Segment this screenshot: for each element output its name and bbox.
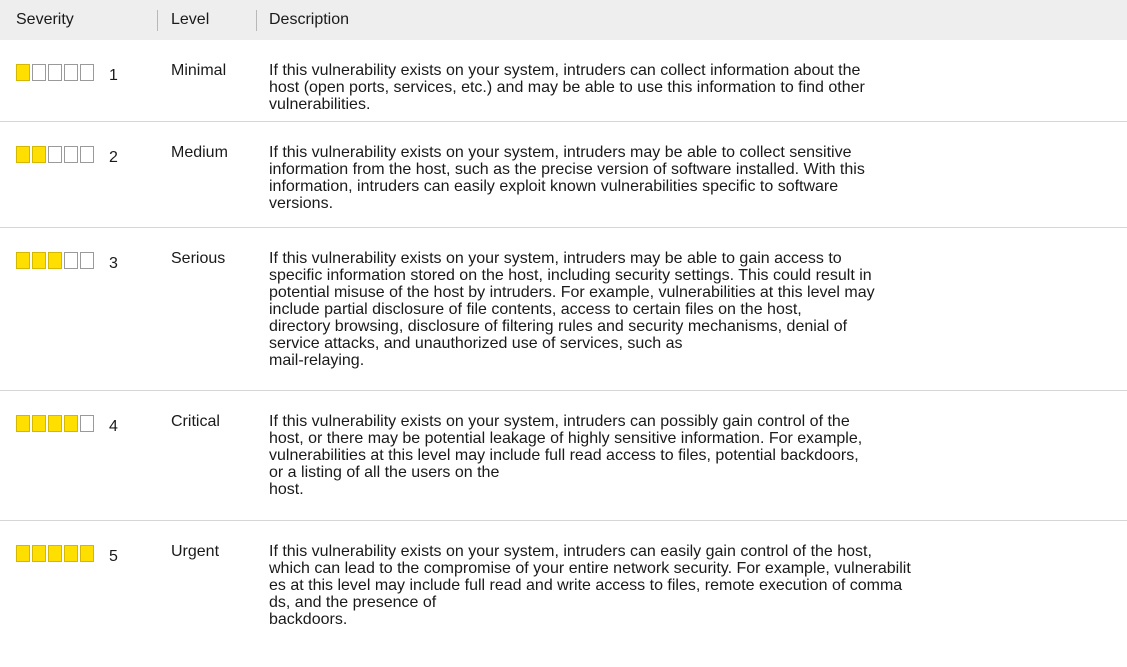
- column-header-description: Description: [269, 11, 350, 28]
- severity-segment: [16, 146, 30, 163]
- table-header: Severity Level Description: [0, 0, 1127, 40]
- severity-level: Urgent: [171, 543, 220, 560]
- table-row: 1 Minimal If this vulnerability exists o…: [0, 40, 1127, 122]
- table-row: 4 Critical If this vulnerability exists …: [0, 391, 1127, 521]
- severity-segment: [80, 252, 94, 269]
- severity-description: If this vulnerability exists on your sys…: [269, 250, 875, 369]
- severity-segment: [80, 146, 94, 163]
- severity-number: 4: [109, 418, 118, 435]
- severity-segment: [48, 146, 62, 163]
- severity-number: 3: [109, 255, 118, 272]
- severity-segment: [80, 64, 94, 81]
- severity-segment: [48, 64, 62, 81]
- column-header-level: Level: [171, 11, 210, 28]
- severity-segment: [16, 415, 30, 432]
- severity-segment: [32, 64, 46, 81]
- table-row: 2 Medium If this vulnerability exists on…: [0, 122, 1127, 228]
- severity-description: If this vulnerability exists on your sys…: [269, 543, 911, 628]
- severity-level: Minimal: [171, 62, 227, 79]
- column-header-severity: Severity: [16, 11, 74, 28]
- table-row: 5 Urgent If this vulnerability exists on…: [0, 521, 1127, 667]
- severity-segment: [48, 415, 62, 432]
- severity-description: If this vulnerability exists on your sys…: [269, 62, 865, 113]
- column-divider: [256, 10, 257, 31]
- severity-segment: [64, 252, 78, 269]
- severity-segment: [64, 64, 78, 81]
- severity-segment: [32, 415, 46, 432]
- severity-meter: [16, 252, 94, 269]
- severity-meter: [16, 415, 94, 432]
- severity-description: If this vulnerability exists on your sys…: [269, 144, 865, 212]
- severity-number: 2: [109, 149, 118, 166]
- severity-segment: [80, 415, 94, 432]
- severity-level: Critical: [171, 413, 220, 430]
- severity-segment: [80, 545, 94, 562]
- severity-level: Medium: [171, 144, 228, 161]
- severity-meter: [16, 545, 94, 562]
- severity-table: Severity Level Description 1 Minimal If …: [0, 0, 1127, 667]
- table-row: 3 Serious If this vulnerability exists o…: [0, 228, 1127, 391]
- severity-level: Serious: [171, 250, 226, 267]
- severity-segment: [48, 252, 62, 269]
- severity-segment: [16, 545, 30, 562]
- severity-segment: [32, 545, 46, 562]
- severity-segment: [64, 146, 78, 163]
- severity-segment: [16, 252, 30, 269]
- severity-meter: [16, 146, 94, 163]
- severity-number: 5: [109, 548, 118, 565]
- severity-segment: [64, 415, 78, 432]
- severity-segment: [32, 146, 46, 163]
- severity-meter: [16, 64, 94, 81]
- severity-segment: [16, 64, 30, 81]
- severity-segment: [32, 252, 46, 269]
- severity-number: 1: [109, 67, 118, 84]
- severity-segment: [48, 545, 62, 562]
- severity-description: If this vulnerability exists on your sys…: [269, 413, 863, 498]
- severity-segment: [64, 545, 78, 562]
- column-divider: [157, 10, 158, 31]
